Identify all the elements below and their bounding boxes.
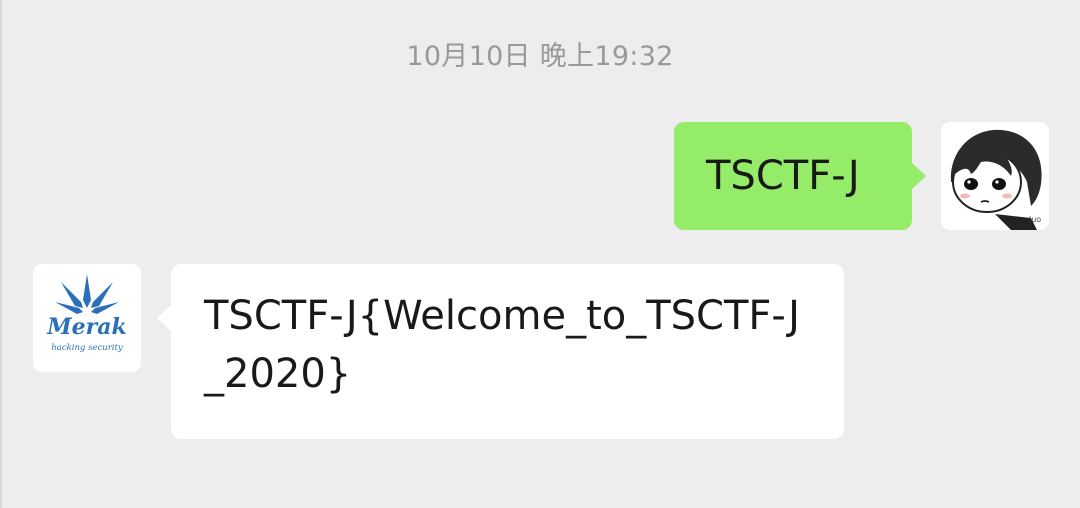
message-timestamp: 10月10日 晚上19:32 — [406, 41, 674, 72]
svg-text:luo: luo — [1029, 215, 1041, 224]
received-message-bubble[interactable]: TSCTF-J{Welcome_to_TSCTF-J_2020} — [157, 264, 844, 439]
user-cartoon-avatar-icon[interactable]: luo — [941, 122, 1049, 230]
received-message-text: TSCTF-J{Welcome_to_TSCTF-J_2020} — [204, 293, 800, 397]
merak-logo-subtext: hacking security — [51, 343, 123, 353]
user-cartoon-avatar-drawing: luo — [950, 129, 1042, 230]
window-left-border — [0, 0, 2, 508]
merak-logo-avatar-icon[interactable]: Merak hacking security — [33, 264, 141, 372]
merak-logo-text: Merak — [46, 314, 126, 340]
merak-logo-drawing: Merak hacking security — [46, 274, 127, 353]
sent-message-bubble[interactable]: TSCTF-J — [674, 122, 926, 230]
sent-message-text: TSCTF-J — [706, 153, 860, 199]
